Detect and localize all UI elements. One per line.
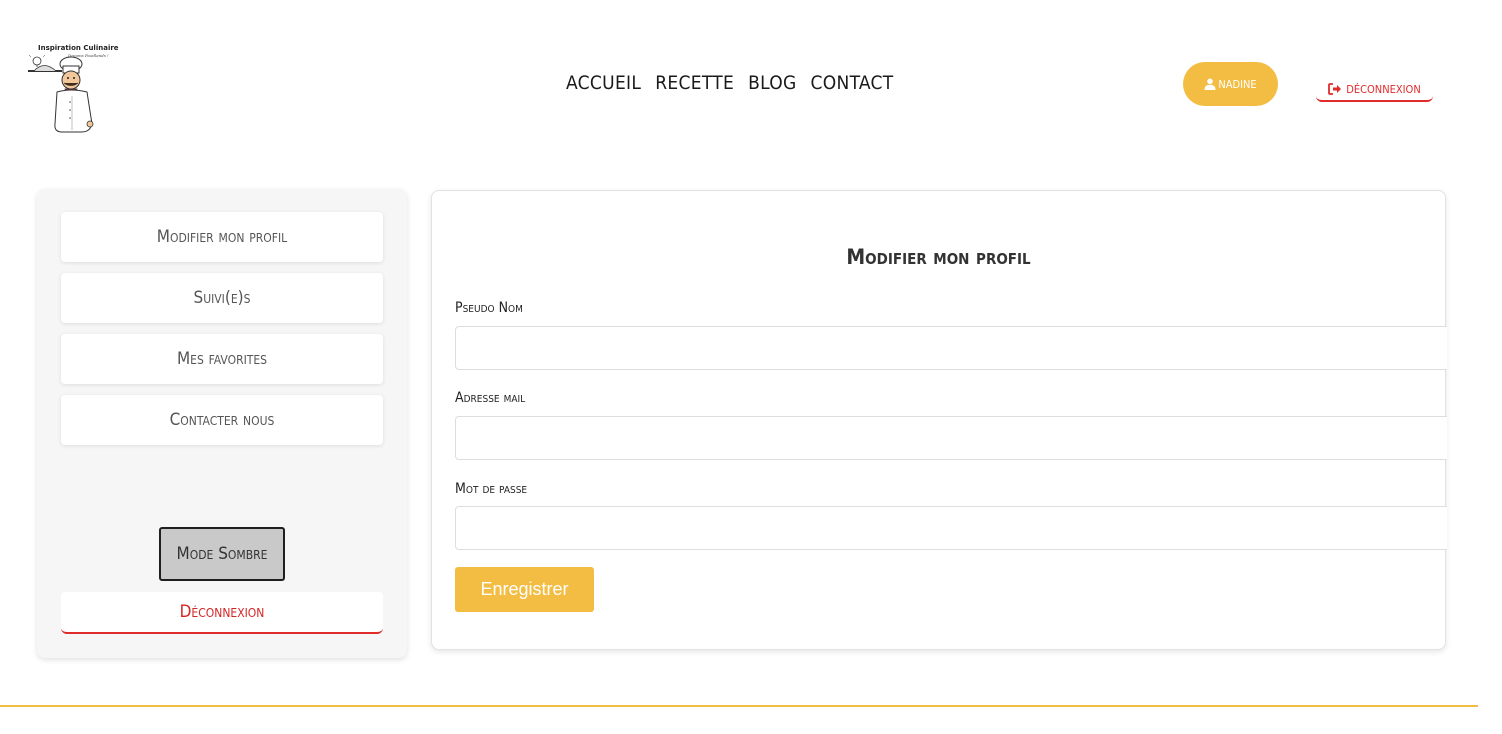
sidebar-item-contact[interactable]: Contacter nous (61, 395, 383, 445)
email-label: Adresse mail (455, 390, 526, 406)
user-icon (1204, 78, 1216, 90)
email-input[interactable] (455, 416, 1447, 460)
sign-out-icon (1328, 83, 1342, 95)
pseudo-input[interactable] (455, 326, 1447, 370)
chef-mascot-icon (28, 54, 94, 133)
profile-form-card: Modifier mon profil Pseudo Nom Adresse m… (431, 190, 1447, 650)
sidebar-item-modifier-profil[interactable]: Modifier mon profil (61, 212, 383, 262)
main-nav: ACCUEIL RECETTE BLOG CONTACT (566, 72, 894, 94)
site-logo[interactable]: Inspiration Culinaire Dreams Foodlands ! (24, 44, 144, 136)
password-label: Mot de passe (455, 481, 528, 497)
pseudo-label: Pseudo Nom (455, 300, 523, 316)
sidebar-logout-button[interactable]: Déconnexion (61, 592, 383, 634)
header-logout-label: DÉCONNEXION (1346, 82, 1421, 96)
password-input[interactable] (455, 506, 1447, 550)
user-profile-button[interactable]: NADINE (1183, 62, 1278, 106)
header-logout-button[interactable]: DÉCONNEXION (1316, 78, 1433, 102)
nav-blog[interactable]: BLOG (748, 72, 796, 94)
sidebar-item-suivis[interactable]: Suivi(e)s (61, 273, 383, 323)
sidebar-item-favorites[interactable]: Mes favorites (61, 334, 383, 384)
user-name: NADINE (1218, 77, 1257, 91)
profile-sidebar: Modifier mon profil Suivi(e)s Mes favori… (37, 189, 407, 658)
nav-accueil[interactable]: ACCUEIL (566, 72, 641, 94)
footer-divider (0, 705, 1478, 707)
nav-recette[interactable]: RECETTE (655, 72, 734, 94)
nav-contact[interactable]: CONTACT (811, 72, 894, 94)
save-button[interactable]: Enregistrer (455, 567, 594, 612)
dark-mode-button[interactable]: Mode Sombre (159, 527, 285, 581)
form-title: Modifier mon profil (846, 245, 1031, 269)
